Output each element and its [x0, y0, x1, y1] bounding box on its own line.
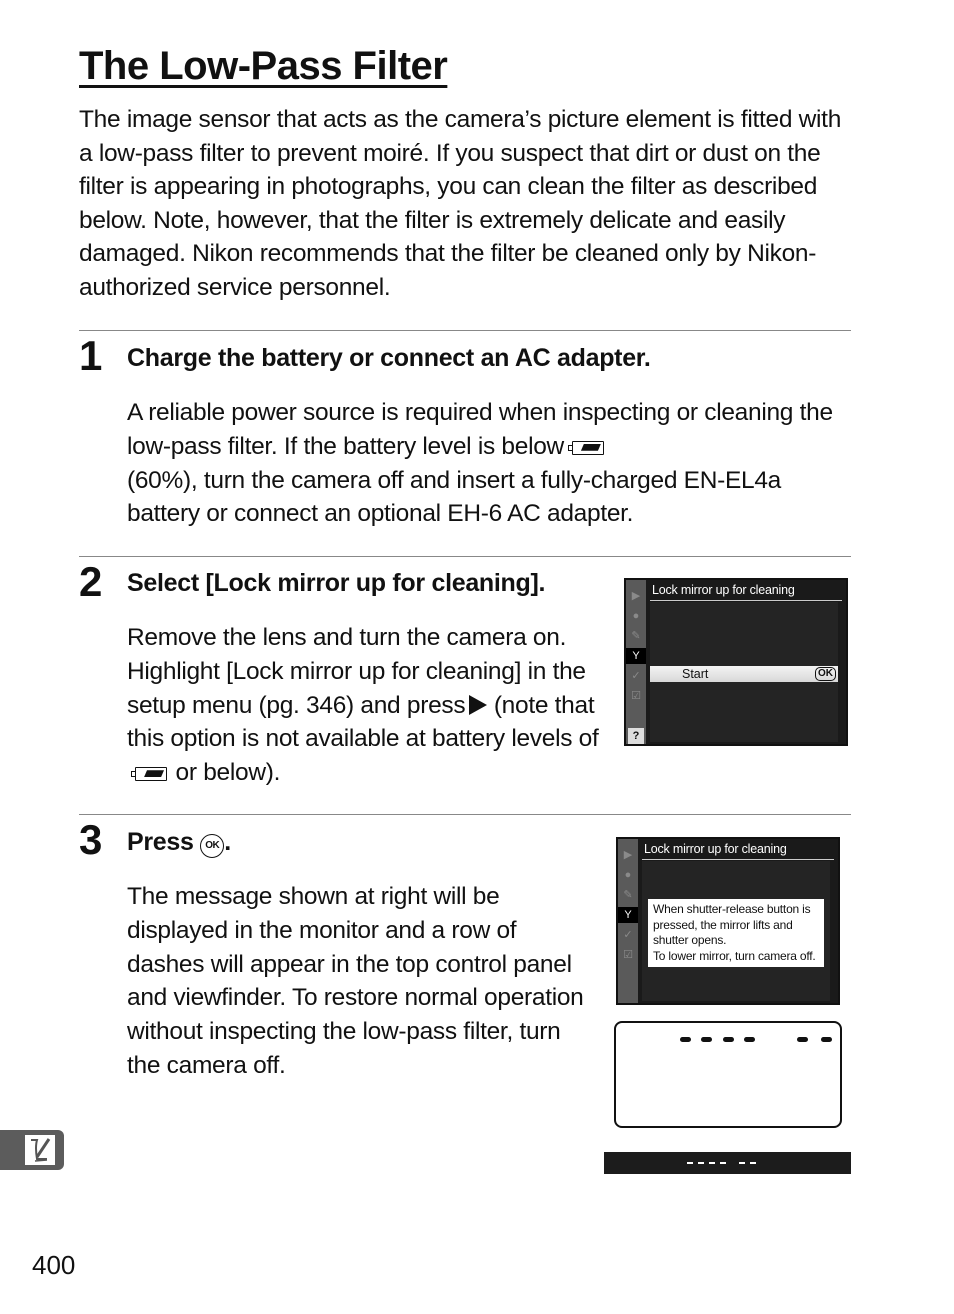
- heading-text: .: [224, 828, 231, 856]
- menu-sidebar: ▶ ● ✎ Y ✓ ☑: [618, 839, 638, 1003]
- page-number: 400: [32, 1250, 76, 1280]
- display-dash: [821, 1037, 832, 1042]
- shooting-icon: ●: [632, 610, 640, 622]
- custom-settings-icon: ✎: [623, 889, 633, 901]
- screen-message: When shutter-release button is pressed, …: [648, 899, 824, 967]
- playback-icon: ▶: [623, 849, 633, 861]
- ok-button-icon: OK: [815, 667, 836, 681]
- step-heading: Select [Lock mirror up for cleaning].: [127, 569, 546, 597]
- intro-paragraph: The image sensor that acts as the camera…: [79, 106, 842, 301]
- section-divider: [79, 330, 851, 331]
- display-dash: [687, 1162, 693, 1164]
- viewfinder-display: [604, 1152, 851, 1174]
- step-body: The message shown at right will be displ…: [127, 883, 584, 1079]
- playback-icon: ▶: [631, 590, 641, 602]
- camera-menu-screen: ▶ ● ✎ Y ✓ ☑ ? Lock mirror up for cleanin…: [624, 578, 848, 746]
- step-heading: Press OK.: [127, 827, 231, 858]
- display-dash: [750, 1162, 756, 1164]
- display-dash: [797, 1037, 808, 1042]
- display-dash: [739, 1162, 745, 1164]
- step-number: 3: [79, 816, 103, 863]
- retouch-icon: ✓: [631, 670, 641, 682]
- start-option[interactable]: Start OK: [650, 666, 838, 682]
- step-number: 1: [79, 332, 103, 379]
- start-label: Start: [682, 667, 709, 681]
- step-text: or below).: [175, 759, 281, 787]
- display-dash: [723, 1037, 734, 1042]
- title-underline: [642, 859, 834, 860]
- my-menu-icon: ☑: [631, 690, 641, 702]
- notes-pencil-icon: [25, 1135, 55, 1165]
- heading-text: Press: [127, 828, 194, 856]
- my-menu-icon: ☑: [623, 949, 633, 961]
- setup-wrench-icon: Y: [626, 648, 646, 664]
- display-dash: [701, 1037, 712, 1042]
- step-text: (60%), turn the camera off and insert a …: [127, 466, 781, 528]
- setup-wrench-icon: Y: [618, 907, 638, 923]
- control-panel-display: [614, 1021, 842, 1128]
- section-tab[interactable]: [0, 1130, 64, 1170]
- step-text: A reliable power source is required when…: [127, 399, 833, 460]
- battery-60-percent-icon: [131, 767, 167, 782]
- message-line: shutter opens.: [653, 933, 727, 947]
- screen-title: Lock mirror up for cleaning: [644, 842, 787, 856]
- display-dash: [720, 1162, 726, 1164]
- screen-title: Lock mirror up for cleaning: [652, 583, 795, 597]
- title-underline: [650, 600, 842, 601]
- custom-settings-icon: ✎: [631, 630, 641, 642]
- message-line: To lower mirror, turn camera off.: [653, 948, 816, 963]
- display-dash: [698, 1162, 704, 1164]
- page-title: The Low-Pass Filter: [79, 44, 448, 88]
- shooting-icon: ●: [624, 869, 632, 881]
- step-body: A reliable power source is required when…: [127, 396, 847, 531]
- display-dash: [680, 1037, 691, 1042]
- step-number: 2: [79, 558, 103, 605]
- ok-button-icon: OK: [200, 834, 225, 858]
- battery-60-percent-icon: [567, 440, 604, 455]
- help-icon: ?: [628, 728, 644, 744]
- retouch-icon: ✓: [623, 929, 633, 941]
- camera-message-screen: ▶ ● ✎ Y ✓ ☑ Lock mirror up for cleaning …: [616, 837, 840, 1005]
- message-line: pressed, the mirror lifts and: [653, 917, 793, 932]
- section-divider: [79, 814, 851, 815]
- display-dash: [709, 1162, 715, 1164]
- right-arrow-icon: [469, 694, 488, 715]
- section-divider: [79, 556, 851, 557]
- step-heading: Charge the battery or connect an AC adap…: [127, 344, 651, 372]
- step-body: Remove the lens and turn the camera on. …: [127, 621, 607, 790]
- menu-sidebar: ▶ ● ✎ Y ✓ ☑ ?: [626, 580, 646, 744]
- message-line: When shutter-release button is: [653, 902, 811, 916]
- display-dash: [744, 1037, 755, 1042]
